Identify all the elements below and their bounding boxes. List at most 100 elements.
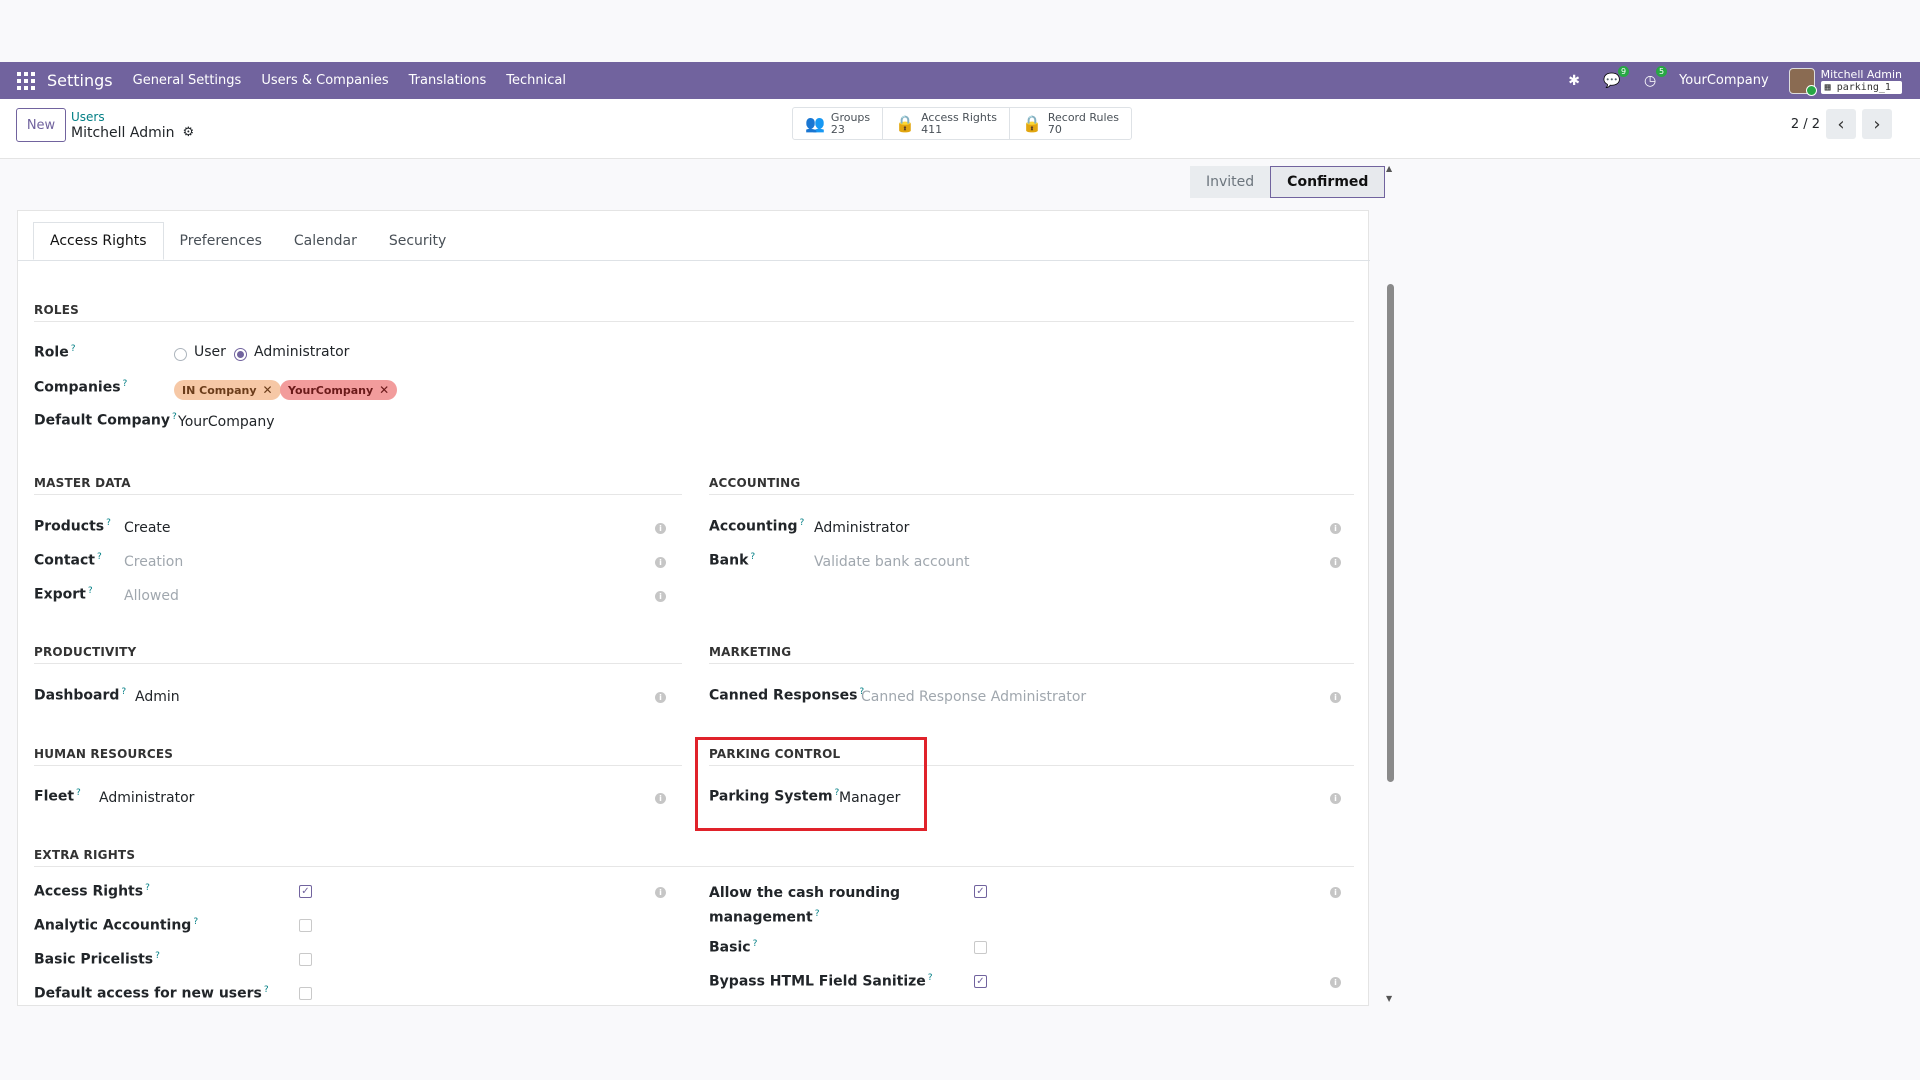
avatar[interactable]	[1788, 67, 1817, 96]
menu-users-companies[interactable]: Users & Companies	[261, 73, 388, 88]
dashboard-field[interactable]: Admin	[135, 689, 180, 705]
record-title: Mitchell Admin	[71, 125, 175, 141]
analytic-accounting-checkbox[interactable]	[299, 919, 312, 932]
company-tag-in-company: IN Company ✕	[174, 380, 281, 400]
extra-access-rights-label: Access Rights?	[34, 883, 150, 900]
companies-label: Companies?	[34, 379, 128, 396]
remove-tag-icon[interactable]: ✕	[379, 383, 389, 397]
info-icon[interactable]: i	[655, 692, 666, 703]
divider	[34, 866, 1354, 867]
analytic-accounting-label: Analytic Accounting?	[34, 917, 199, 934]
export-label: Export?	[34, 586, 93, 603]
info-icon[interactable]: i	[655, 591, 666, 602]
breadcrumb-users[interactable]: Users	[71, 109, 194, 125]
canned-responses-field[interactable]: Canned Response Administrator	[861, 689, 1086, 705]
menu-technical[interactable]: Technical	[506, 73, 566, 88]
form-content: Invited Confirmed Access Rights Preferen…	[0, 160, 1920, 1006]
products-field[interactable]: Create	[124, 520, 171, 536]
status-bar: Invited Confirmed	[1190, 166, 1386, 198]
default-access-label: Default access for new users?	[34, 985, 269, 1002]
default-company-field[interactable]: YourCompany	[178, 414, 275, 430]
info-icon[interactable]: i	[1330, 557, 1341, 568]
new-button[interactable]: New	[16, 108, 66, 142]
pager: 2 / 2 ‹ ›	[1791, 109, 1892, 139]
menu-translations[interactable]: Translations	[409, 73, 487, 88]
tab-divider	[18, 260, 1370, 261]
section-productivity: PRODUCTIVITY	[34, 645, 137, 659]
extra-access-rights-checkbox[interactable]: ✓	[299, 885, 312, 898]
cash-rounding-label: Allow the cash rounding management?	[709, 885, 901, 926]
company-switcher[interactable]: YourCompany	[1679, 73, 1769, 88]
tab-access-rights[interactable]: Access Rights	[33, 222, 164, 260]
chevron-right-icon[interactable]: ›	[1862, 109, 1892, 139]
cash-rounding-checkbox[interactable]: ✓	[974, 885, 987, 898]
remove-tag-icon[interactable]: ✕	[263, 383, 273, 397]
divider	[34, 663, 682, 664]
breadcrumb-current: Mitchell Admin ⚙	[71, 125, 194, 141]
record-rules-smart-button[interactable]: 🔒 Record Rules 70	[1010, 108, 1131, 139]
main-menu: General Settings Users & Companies Trans…	[133, 73, 566, 88]
export-field[interactable]: Allowed	[124, 588, 179, 604]
info-icon[interactable]: i	[655, 523, 666, 534]
tab-preferences[interactable]: Preferences	[164, 222, 278, 260]
navbar-systray: ✱ 💬 9 ◷ 5 YourCompany Mitchell Admin ▦ par…	[1565, 62, 1902, 99]
bug-icon[interactable]: ✱	[1565, 73, 1583, 89]
status-invited[interactable]: Invited	[1190, 166, 1271, 198]
basic-pricelists-checkbox[interactable]	[299, 953, 312, 966]
status-confirmed[interactable]: Confirmed	[1270, 166, 1386, 198]
section-master-data: MASTER DATA	[34, 476, 131, 490]
scroll-up-icon[interactable]: ▲	[1386, 164, 1392, 173]
role-label: Role?	[34, 344, 76, 361]
activity-icon[interactable]: ◷ 5	[1641, 65, 1668, 89]
accounting-label: Accounting?	[709, 518, 805, 535]
gear-icon[interactable]: ⚙	[183, 125, 195, 141]
control-panel: New Users Mitchell Admin ⚙ 👥 Groups 23 🔒 …	[0, 99, 1920, 159]
breadcrumb: Users Mitchell Admin ⚙	[71, 109, 194, 141]
basic-checkbox[interactable]	[974, 941, 987, 954]
info-icon[interactable]: i	[1330, 793, 1341, 804]
bypass-html-checkbox[interactable]: ✓	[974, 975, 987, 988]
contact-field[interactable]: Creation	[124, 554, 183, 570]
info-icon[interactable]: i	[1330, 692, 1341, 703]
fleet-field[interactable]: Administrator	[99, 790, 194, 806]
form-sheet: Access Rights Preferences Calendar Secur…	[17, 210, 1370, 1006]
pager-value[interactable]: 2 / 2	[1791, 117, 1820, 132]
role-user-label[interactable]: User	[194, 344, 226, 360]
apps-menu-icon[interactable]	[17, 71, 35, 90]
info-icon[interactable]: i	[1330, 523, 1341, 534]
bypass-html-label: Bypass HTML Field Sanitize?	[709, 973, 933, 990]
divider	[709, 663, 1354, 664]
divider	[34, 765, 682, 766]
chevron-left-icon[interactable]: ‹	[1826, 109, 1856, 139]
groups-smart-button[interactable]: 👥 Groups 23	[793, 108, 884, 139]
info-icon[interactable]: i	[1330, 887, 1341, 898]
menu-general-settings[interactable]: General Settings	[133, 73, 242, 88]
chat-badge: 9	[1617, 65, 1630, 77]
groups-icon: 👥	[805, 113, 825, 133]
accounting-field[interactable]: Administrator	[814, 520, 909, 536]
user-menu[interactable]: Mitchell Admin ▦ parking_1	[1788, 67, 1902, 96]
role-administrator-label[interactable]: Administrator	[254, 344, 349, 360]
info-icon[interactable]: i	[655, 793, 666, 804]
info-icon[interactable]: i	[1330, 977, 1341, 988]
scroll-down-icon[interactable]: ▼	[1386, 994, 1392, 1003]
role-user-radio[interactable]	[174, 348, 187, 361]
products-label: Products?	[34, 518, 111, 535]
scrollbar[interactable]: ▲ ▼	[1385, 164, 1395, 1004]
scrollbar-thumb[interactable]	[1387, 284, 1394, 782]
info-icon[interactable]: i	[655, 887, 666, 898]
canned-responses-label: Canned Responses?	[709, 687, 865, 704]
role-administrator-radio[interactable]	[234, 348, 247, 361]
bank-field[interactable]: Validate bank account	[814, 554, 970, 570]
tab-calendar[interactable]: Calendar	[278, 222, 373, 260]
info-icon[interactable]: i	[655, 557, 666, 568]
contact-label: Contact?	[34, 552, 102, 569]
tab-security[interactable]: Security	[373, 222, 463, 260]
chat-icon[interactable]: 💬 9	[1603, 65, 1630, 89]
default-access-checkbox[interactable]	[299, 987, 312, 1000]
divider	[709, 494, 1354, 495]
section-roles: ROLES	[34, 303, 79, 317]
app-brand[interactable]: Settings	[47, 71, 113, 90]
access-rights-smart-button[interactable]: 🔒 Access Rights 411	[883, 108, 1010, 139]
section-extra-rights: EXTRA RIGHTS	[34, 848, 136, 862]
